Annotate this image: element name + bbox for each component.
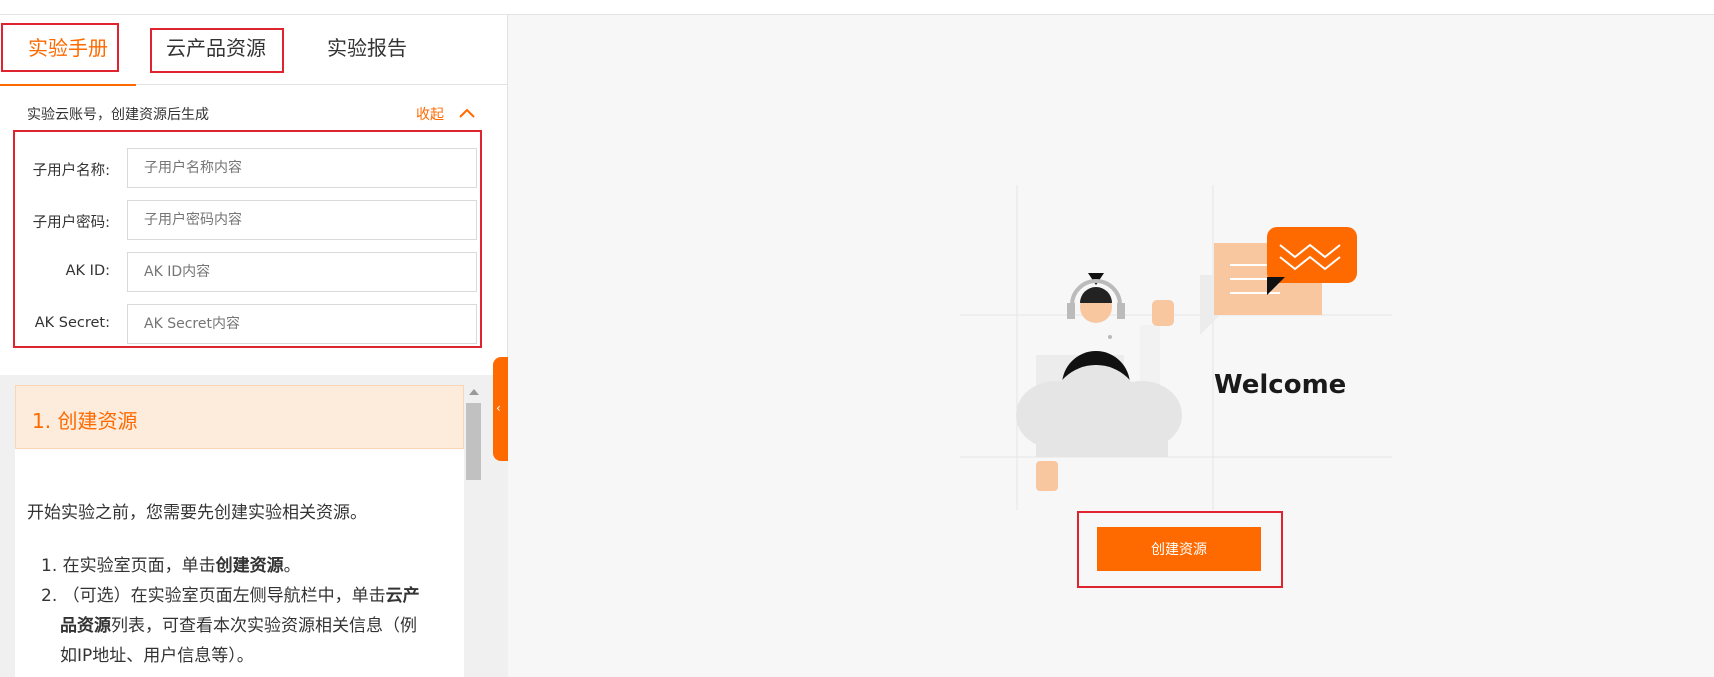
username-label: 子用户名称: (32, 163, 110, 179)
step-title: 1. 创建资源 (32, 409, 138, 433)
list-item-continued: 如IP地址、用户信息等）。 (60, 646, 254, 666)
password-input[interactable] (127, 200, 477, 240)
left-panel: 实验手册 云产品资源 实验报告 实验云账号，创建资源后生成 收起 子用户名称: … (0, 15, 508, 677)
intro-paragraph: 开始实验之前，您需要先创建实验相关资源。 (27, 503, 367, 523)
text: （可选）在实验室页面左侧导航栏中，单击 (62, 586, 386, 606)
text: 。 (283, 556, 301, 576)
scroll-thumb[interactable] (466, 403, 481, 480)
bold-text: 品资源 (60, 616, 111, 636)
tab-lab-report[interactable]: 实验报告 (312, 15, 422, 85)
bold-text: 创建资源 (215, 556, 284, 576)
list-item-continued: 品资源列表，可查看本次实验资源相关信息（例 (60, 611, 417, 641)
tab-cloud-resources[interactable]: 云产品资源 (150, 15, 282, 85)
ak-secret-input[interactable] (127, 304, 477, 344)
password-label: 子用户密码: (32, 215, 110, 231)
tab-label: 实验手册 (28, 36, 108, 60)
chevron-left-icon: ‹ (496, 401, 501, 415)
list-item: 2. （可选）在实验室页面左侧导航栏中，单击云产 (41, 586, 420, 606)
manual-document: 1. 创建资源 开始实验之前，您需要先创建实验相关资源。 1. 在实验室页面，单… (15, 385, 464, 677)
create-resource-button[interactable]: 创建资源 (1097, 527, 1261, 571)
tab-lab-manual[interactable]: 实验手册 (0, 15, 136, 86)
ak-id-input[interactable] (127, 252, 477, 292)
tab-label: 云产品资源 (166, 36, 266, 60)
bold-text: 云产 (385, 586, 420, 606)
ak-id-label: AK ID: (65, 263, 110, 279)
panel-toggle-handle[interactable]: ‹ (493, 357, 508, 461)
welcome-illustration (960, 185, 1392, 510)
scroll-up-arrow-icon[interactable] (469, 389, 479, 395)
manual-content: 1. 创建资源 开始实验之前，您需要先创建实验相关资源。 1. 在实验室页面，单… (0, 375, 508, 677)
text: 在实验室页面，单击 (62, 556, 216, 576)
tab-label: 实验报告 (327, 36, 407, 60)
text: 列表，可查看本次实验资源相关信息（例 (111, 616, 417, 636)
ak-secret-label: AK Secret: (34, 315, 110, 331)
scrollbar[interactable] (465, 385, 482, 677)
active-tab-indicator (0, 84, 136, 86)
step-header: 1. 创建资源 (15, 385, 464, 449)
username-input[interactable] (127, 148, 477, 188)
top-bar (0, 0, 1714, 15)
collapse-link[interactable]: 收起 (416, 104, 444, 124)
tab-bar: 实验手册 云产品资源 实验报告 (0, 15, 508, 86)
welcome-heading: Welcome (1214, 370, 1347, 400)
list-item: 1. 在实验室页面，单击创建资源。 (41, 556, 301, 576)
chevron-up-icon[interactable] (458, 105, 476, 121)
account-heading: 实验云账号，创建资源后生成 (27, 107, 209, 123)
